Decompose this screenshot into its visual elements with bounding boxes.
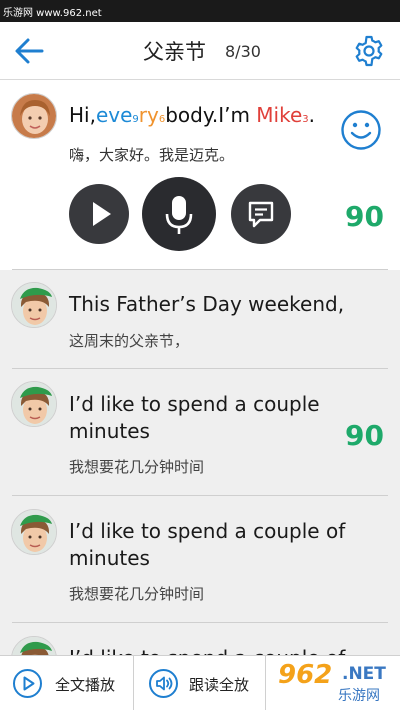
sentence-progress: 8/30 xyxy=(225,42,261,61)
active-english-sentence: Hi,eve9ry6body.I’m Mike3. xyxy=(69,103,315,127)
avatar xyxy=(11,282,57,328)
logo-cn: 乐游网 xyxy=(338,688,380,704)
boy-avatar-image xyxy=(12,283,56,327)
feedback-smiley xyxy=(340,109,382,151)
sentence-list[interactable]: This Father’s Day weekend, 这周末的父亲节， I’d … xyxy=(0,270,400,655)
play-all-label: 全文播放 xyxy=(55,676,116,694)
settings-button[interactable] xyxy=(352,34,386,68)
list-item[interactable]: I’d like to spend a couple minutes 我想要花几… xyxy=(0,369,400,496)
record-button[interactable] xyxy=(142,177,216,251)
read-all-button[interactable]: 跟读全放 xyxy=(134,656,265,710)
sentence-fragment: . xyxy=(308,103,316,127)
status-bar: 乐游网 www.962.net xyxy=(0,0,400,22)
play-all-button[interactable]: 全文播放 xyxy=(0,656,133,710)
logo-net: .NET xyxy=(342,664,386,684)
active-sentence-card[interactable]: Hi,eve9ry6body.I’m Mike3. 嗨，大家好。我是迈克。 90 xyxy=(0,81,400,269)
smiley-face-icon xyxy=(341,110,381,150)
avatar xyxy=(11,93,57,139)
sentence-english: This Father’s Day weekend, xyxy=(69,292,345,316)
list-item[interactable]: This Father’s Day weekend, 这周末的父亲节， xyxy=(0,270,400,369)
avatar xyxy=(11,381,57,427)
play-icon xyxy=(93,202,111,226)
sentence-chinese: 我想要花几分钟时间 xyxy=(69,585,205,603)
boy-avatar-image xyxy=(12,637,56,655)
sentence-fragment: eve xyxy=(95,103,133,127)
avatar xyxy=(11,636,57,655)
gear-icon xyxy=(355,35,383,67)
read-all-label: 跟读全放 xyxy=(189,676,250,694)
sentence-chinese: 这周末的父亲节， xyxy=(69,332,190,350)
play-button[interactable] xyxy=(69,184,129,244)
list-item[interactable]: I’d like to spend a couple of minutes 我想… xyxy=(0,496,400,623)
logo-number: 962 xyxy=(278,660,333,690)
avatar xyxy=(11,509,57,555)
active-score: 90 xyxy=(345,200,384,233)
sentence-score: 90 xyxy=(345,419,384,452)
sentence-fragment: ry xyxy=(138,103,159,127)
sentence-fragment: Mike xyxy=(256,103,303,127)
watermark: 乐游网 www.962.net xyxy=(3,8,102,19)
sentence-english: I’d like to spend a couple of minutes xyxy=(69,519,346,570)
back-button[interactable] xyxy=(12,35,48,67)
boy-avatar-image xyxy=(12,382,56,426)
boy-avatar-image xyxy=(12,510,56,554)
sentence-fragment: Hi, xyxy=(69,103,96,127)
sentence-english: I’d like to spend a couple minutes xyxy=(69,392,320,443)
page-title: 父亲节 xyxy=(143,40,206,64)
girl-avatar-image xyxy=(12,94,56,138)
arrow-left-icon xyxy=(15,38,44,64)
active-chinese-translation: 嗨，大家好。我是迈克。 xyxy=(69,146,235,164)
chat-button[interactable] xyxy=(231,184,291,244)
chat-bubble-icon xyxy=(248,201,274,228)
speaker-circle-icon xyxy=(149,669,178,698)
list-item[interactable]: I’d like to spend a couple of xyxy=(0,623,400,655)
sentence-chinese: 我想要花几分钟时间 xyxy=(69,458,205,476)
sentence-fragment: body.I’m xyxy=(165,103,257,127)
sentence-english: I’d like to spend a couple of xyxy=(69,645,345,655)
play-circle-icon xyxy=(13,669,42,698)
site-logo: 962 .NET 乐游网 xyxy=(266,656,400,710)
microphone-icon xyxy=(165,196,193,234)
bottom-toolbar: 全文播放 跟读全放 962 .NET 乐游网 xyxy=(0,655,400,710)
header: 父亲节 8/30 xyxy=(0,22,400,80)
